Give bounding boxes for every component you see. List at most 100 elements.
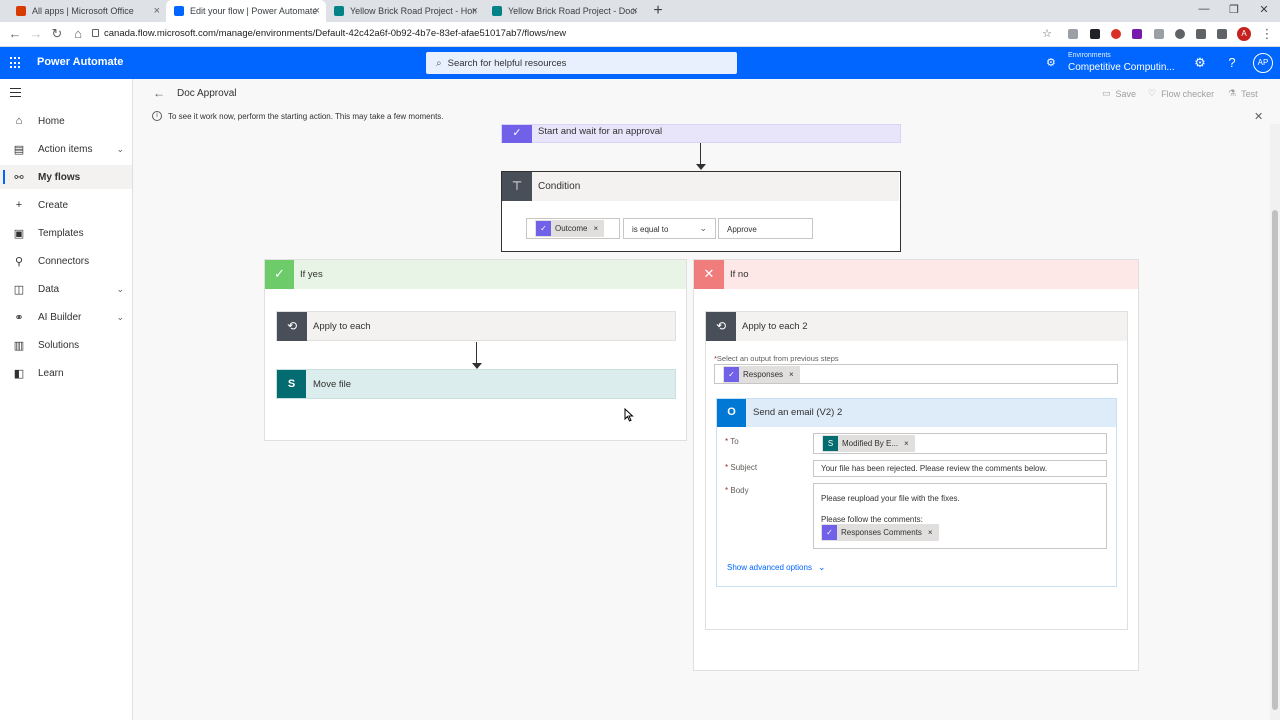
browser-tab-office[interactable]: All apps | Microsoft Office × — [8, 0, 166, 22]
responses-comments-token[interactable]: ✓ Responses Comments × — [821, 524, 939, 541]
save-button[interactable]: ▭ Save — [1102, 88, 1136, 99]
browser-tab-sharepoint-docs[interactable]: Yellow Brick Road Project - Docu × — [484, 0, 644, 22]
nav-item-home[interactable]: ⌂ Home — [0, 109, 132, 133]
extension-icon[interactable] — [1154, 29, 1164, 39]
hamburger-menu-icon[interactable] — [10, 88, 21, 99]
nav-item-data[interactable]: ◫ Data ⌄ — [0, 277, 132, 301]
nav-item-solutions[interactable]: ▥ Solutions — [0, 333, 132, 357]
remove-token-icon[interactable]: × — [904, 439, 909, 448]
subject-input[interactable]: Your file has been rejected. Please revi… — [813, 460, 1107, 477]
browser-tab-sharepoint-home[interactable]: Yellow Brick Road Project - Home × — [326, 0, 484, 22]
responses-token[interactable]: ✓ Responses × — [723, 366, 800, 383]
puzzle-icon[interactable] — [1196, 29, 1206, 39]
nav-item-templates[interactable]: ▣ Templates — [0, 221, 132, 245]
close-banner-icon[interactable]: ✕ — [1254, 110, 1263, 123]
extension-icon[interactable] — [1175, 29, 1185, 39]
condition-left-operand[interactable]: ✓ Outcome × — [526, 218, 620, 239]
to-input[interactable]: S Modified By E... × — [813, 433, 1107, 454]
extension-icon[interactable] — [1111, 29, 1121, 39]
test-button[interactable]: ⚗ Test — [1228, 88, 1258, 99]
onenote-icon[interactable] — [1132, 29, 1142, 39]
move-file-card[interactable]: S Move file — [276, 369, 676, 399]
restore-button[interactable]: ❐ — [1224, 3, 1244, 16]
nav-item-create[interactable]: + Create — [0, 193, 132, 217]
browser-tab-power-automate[interactable]: Edit your flow | Power Automate × — [166, 0, 326, 22]
app-header: Power Automate ⌕ Search for helpful reso… — [0, 47, 1280, 79]
environment-name[interactable]: Competitive Computin... — [1068, 62, 1175, 73]
send-email-header[interactable]: O Send an email (V2) 2 — [717, 399, 1116, 427]
bookmark-star-icon[interactable]: ☆ — [1040, 27, 1054, 41]
nav-item-ai-builder[interactable]: ⚭ AI Builder ⌄ — [0, 305, 132, 329]
modified-by-token[interactable]: S Modified By E... × — [822, 435, 915, 452]
remove-token-icon[interactable]: × — [789, 370, 794, 379]
office-icon — [16, 6, 26, 16]
checkmark-icon: ✓ — [265, 260, 294, 289]
extension-icon[interactable] — [1090, 29, 1100, 39]
back-icon[interactable]: ← — [8, 27, 22, 41]
select-output-input[interactable]: ✓ Responses × — [714, 364, 1118, 384]
condition-value-input[interactable]: Approve — [718, 218, 813, 239]
close-window-button[interactable]: ✕ — [1254, 3, 1274, 16]
help-icon[interactable]: ? — [1224, 55, 1240, 70]
loop-icon: ⟲ — [706, 312, 736, 341]
extension-icon[interactable] — [1068, 29, 1078, 39]
close-tab-icon[interactable]: × — [472, 5, 478, 17]
connector-icon: ⚲ — [14, 255, 24, 268]
minimize-button[interactable]: — — [1194, 3, 1214, 15]
show-advanced-options-link[interactable]: Show advanced options ⌄ — [727, 562, 826, 573]
if-yes-header[interactable]: ✓ If yes — [265, 260, 686, 289]
new-tab-button[interactable]: + — [650, 2, 666, 20]
canvas-scrollbar[interactable] — [1270, 124, 1280, 720]
condition-card[interactable]: ⊤ Condition ✓ Outcome × is equal to ⌄ Ap… — [501, 171, 901, 252]
close-tab-icon[interactable]: × — [154, 5, 160, 17]
clipboard-icon: ▤ — [13, 143, 25, 156]
connector-arrow — [696, 164, 706, 170]
nav-item-connectors[interactable]: ⚲ Connectors — [0, 249, 132, 273]
apply-to-each-card[interactable]: ⟲ Apply to each — [276, 311, 676, 341]
nav-item-action-items[interactable]: ▤ Action items ⌄ — [0, 137, 132, 161]
browser-tab-bar: All apps | Microsoft Office × Edit your … — [0, 0, 1280, 22]
approval-icon: ✓ — [502, 125, 532, 143]
approval-icon: ✓ — [724, 367, 739, 382]
chevron-down-icon[interactable]: ⌄ — [116, 144, 124, 155]
if-no-branch: ✕ If no ⟲ Apply to each 2 *Select an out… — [693, 259, 1139, 671]
chevron-down-icon[interactable]: ⌄ — [116, 312, 124, 323]
user-avatar[interactable]: AP — [1253, 53, 1273, 73]
nav-item-my-flows[interactable]: ⚯ My flows — [0, 165, 132, 189]
if-no-header[interactable]: ✕ If no — [694, 260, 1138, 289]
send-email-title: Send an email (V2) 2 — [753, 407, 843, 418]
approval-step-card[interactable]: ✓ Start and wait for an approval — [501, 124, 901, 143]
remove-token-icon[interactable]: × — [928, 528, 933, 537]
outcome-token[interactable]: ✓ Outcome × — [535, 220, 605, 237]
flow-name[interactable]: Doc Approval — [177, 88, 236, 99]
forward-icon[interactable]: → — [29, 27, 43, 41]
menu-icon[interactable]: ⋮ — [1260, 27, 1274, 41]
close-tab-icon[interactable]: × — [314, 5, 320, 17]
body-label: * Body — [725, 486, 749, 495]
home-icon[interactable]: ⌂ — [71, 27, 85, 41]
chevron-down-icon[interactable]: ⌄ — [116, 284, 124, 295]
flow-checker-button[interactable]: ♡ Flow checker — [1148, 88, 1214, 99]
nav-item-learn[interactable]: ◧ Learn — [0, 361, 132, 385]
save-icon: ▭ — [1102, 88, 1111, 98]
scrollbar-thumb[interactable] — [1272, 210, 1278, 710]
apply-to-each-2-header[interactable]: ⟲ Apply to each 2 — [706, 312, 1127, 341]
search-box[interactable]: ⌕ Search for helpful resources — [426, 52, 737, 74]
body-input[interactable]: Please reupload your file with the fixes… — [813, 483, 1107, 549]
info-icon: i — [152, 111, 162, 121]
app-title[interactable]: Power Automate — [37, 56, 123, 68]
condition-title: Condition — [538, 181, 581, 192]
remove-token-icon[interactable]: × — [593, 224, 598, 233]
reload-icon[interactable]: ↻ — [50, 27, 64, 41]
playlist-icon[interactable] — [1217, 29, 1227, 39]
condition-operator-dropdown[interactable]: is equal to ⌄ — [623, 218, 716, 239]
environment-icon[interactable]: ⚙ — [1046, 56, 1056, 69]
back-arrow-icon[interactable]: ← — [153, 86, 165, 100]
browser-profile-avatar[interactable]: A — [1237, 27, 1251, 41]
close-tab-icon[interactable]: × — [632, 5, 638, 17]
apply-to-each-2-title: Apply to each 2 — [742, 321, 808, 332]
address-field[interactable]: canada.flow.microsoft.com/manage/environ… — [104, 28, 566, 39]
condition-header[interactable]: ⊤ Condition — [502, 172, 899, 201]
app-launcher-icon[interactable] — [10, 57, 22, 69]
settings-gear-icon[interactable]: ⚙ — [1192, 55, 1208, 71]
